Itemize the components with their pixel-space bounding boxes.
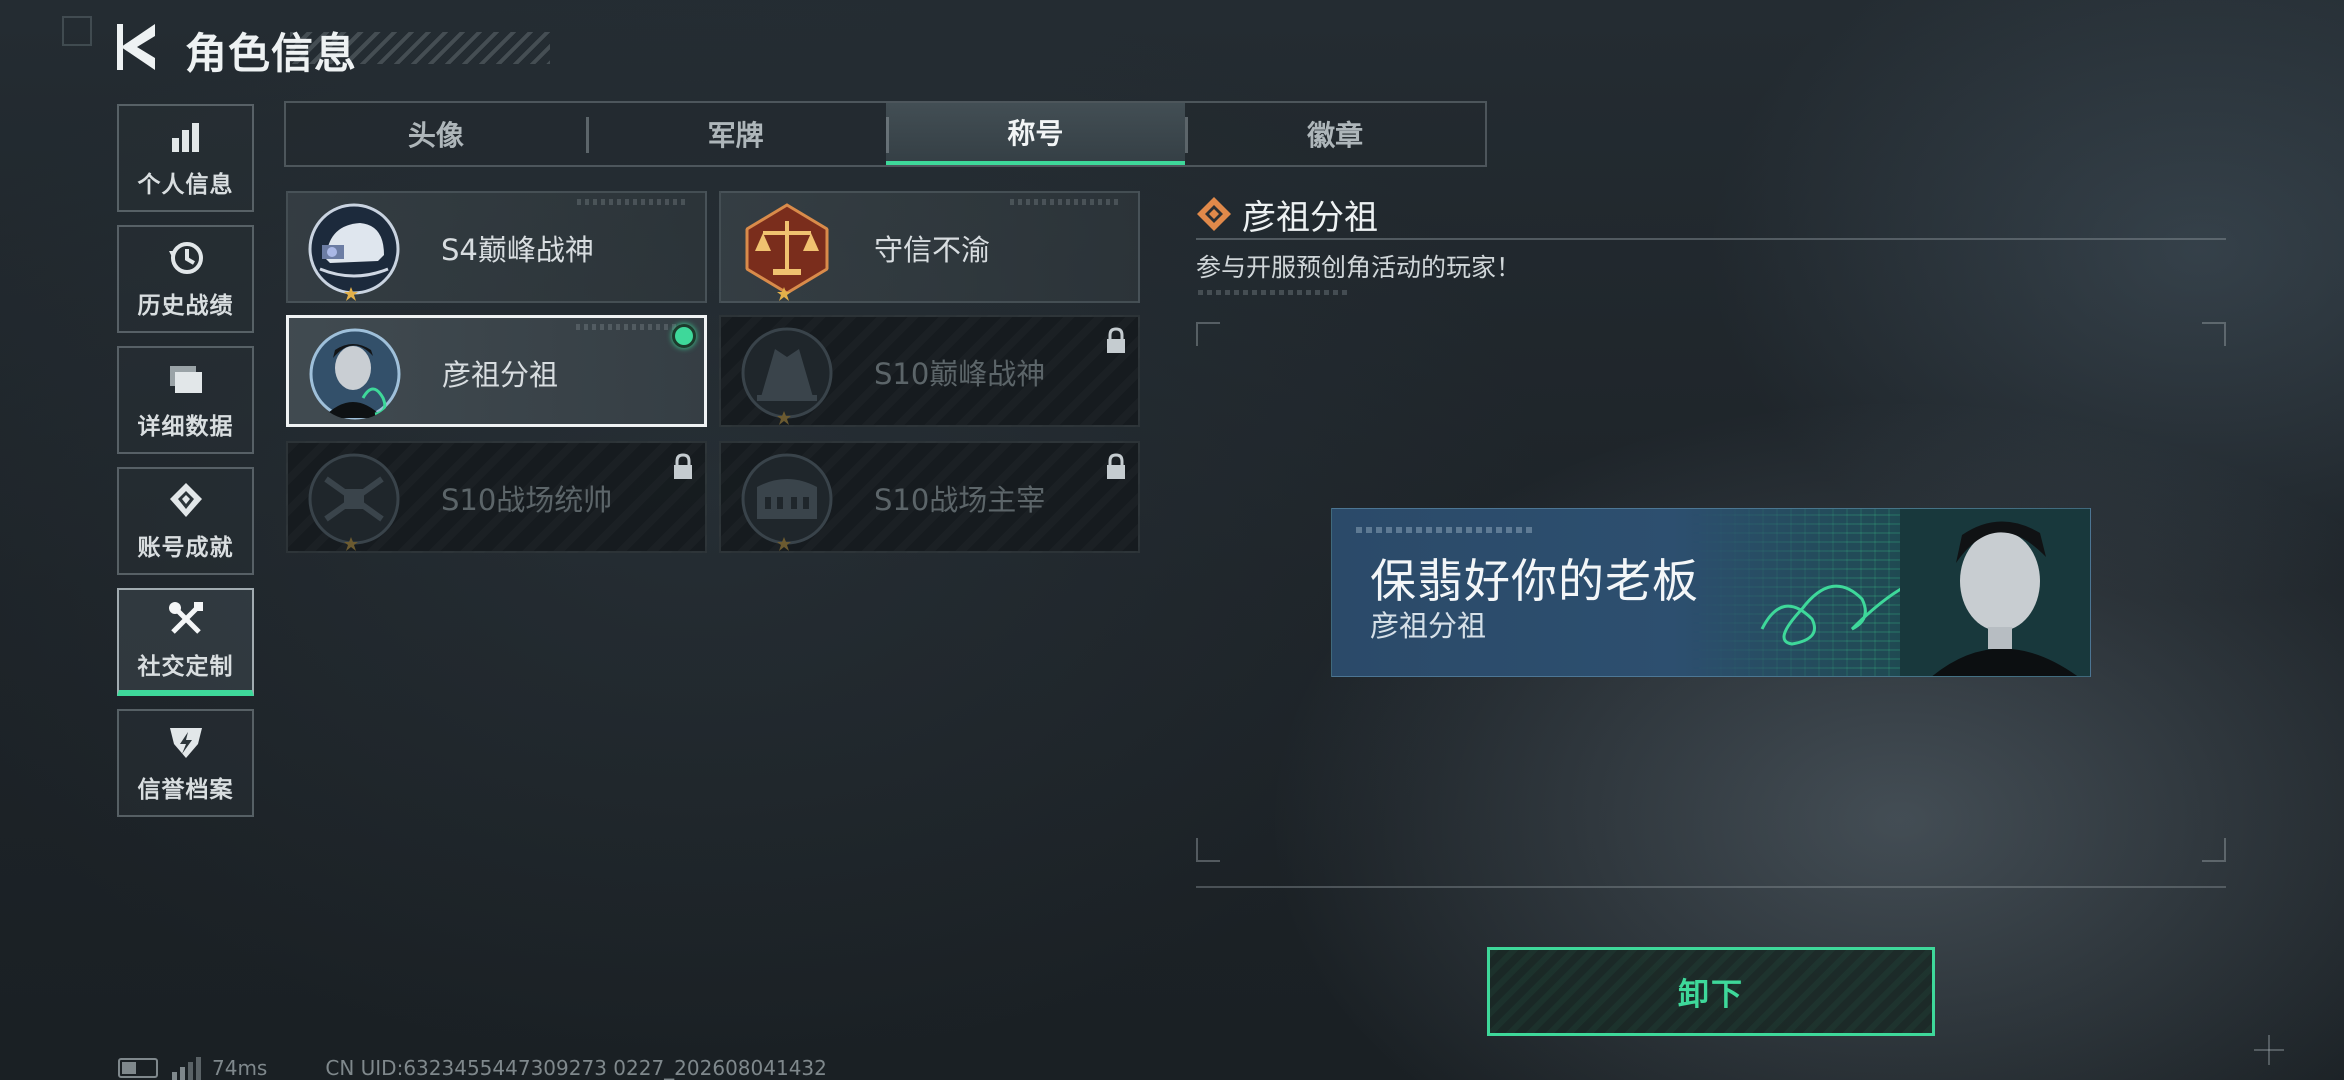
title-label: S4巅峰战神 bbox=[441, 233, 594, 267]
detail-microtext bbox=[1198, 290, 1348, 295]
uid-text: CN UID:6323455447309273 0227_20260804143… bbox=[325, 1055, 827, 1080]
title-label: S10巅峰战神 bbox=[874, 357, 1046, 391]
tab-avatar[interactable]: 头像 bbox=[286, 103, 586, 165]
title-banner-preview: 保翡好你的老板 彦祖分祖 bbox=[1331, 508, 2091, 677]
star-icon bbox=[344, 537, 358, 551]
sidebar-item-social-custom[interactable]: 社交定制 bbox=[117, 588, 254, 696]
frame-corner bbox=[1196, 322, 1220, 346]
sidebar-item-credit[interactable]: 信誉档案 bbox=[117, 709, 254, 817]
equipped-indicator bbox=[672, 324, 696, 348]
crosshair-icon bbox=[2254, 1035, 2284, 1065]
title-card-selected[interactable]: 彦祖分祖 bbox=[286, 315, 707, 427]
sidebar-item-label: 个人信息 bbox=[137, 172, 234, 198]
title-label: 守信不渝 bbox=[874, 233, 991, 267]
unequip-button[interactable]: 卸下 bbox=[1487, 947, 1935, 1036]
title-label: 彦祖分祖 bbox=[442, 358, 559, 392]
frame-corner bbox=[1196, 838, 1220, 862]
star-icon bbox=[777, 287, 791, 301]
banner-microtext bbox=[1356, 527, 1536, 533]
corner-decoration bbox=[62, 16, 92, 46]
scales-emblem-icon bbox=[745, 203, 829, 295]
star-icon bbox=[777, 537, 791, 551]
divider bbox=[1196, 238, 2226, 240]
tab-dog-tag[interactable]: 军牌 bbox=[585, 103, 886, 165]
sidebar-item-label: 账号成就 bbox=[137, 535, 234, 561]
sidebar-item-label: 详细数据 bbox=[137, 414, 234, 440]
back-arrow-icon bbox=[117, 24, 155, 70]
ping-value: 74ms bbox=[212, 1055, 268, 1080]
history-icon bbox=[166, 238, 206, 278]
title-card[interactable]: 守信不渝 bbox=[719, 191, 1140, 303]
medal-icon bbox=[166, 480, 206, 520]
signal-icon bbox=[172, 1056, 201, 1080]
bar-chart-icon bbox=[166, 117, 206, 157]
sidebar-item-detail-data[interactable]: 详细数据 bbox=[117, 346, 254, 454]
title-card-locked[interactable]: S10战场统帅 bbox=[286, 441, 707, 553]
sidebar-item-label: 信誉档案 bbox=[137, 777, 234, 803]
helmet-emblem-icon bbox=[308, 203, 400, 295]
sidebar-item-personal-info[interactable]: 个人信息 bbox=[117, 104, 254, 212]
drone-emblem-icon bbox=[308, 453, 400, 545]
star-icon bbox=[777, 411, 791, 425]
title-card-locked[interactable]: S10战场主宰 bbox=[719, 441, 1140, 553]
tower-emblem-icon bbox=[741, 327, 833, 419]
divider bbox=[1196, 886, 2226, 888]
shield-icon bbox=[166, 722, 206, 762]
sidebar-item-achievements[interactable]: 账号成就 bbox=[117, 467, 254, 575]
banner-sub-text: 彦祖分祖 bbox=[1370, 609, 1487, 643]
colosseum-emblem-icon bbox=[741, 453, 833, 545]
frame-corner bbox=[2202, 838, 2226, 862]
star-icon bbox=[344, 287, 358, 301]
battery-icon bbox=[118, 1057, 158, 1078]
lock-icon bbox=[674, 453, 692, 479]
folder-icon bbox=[166, 359, 206, 399]
sidebar-item-label: 历史战绩 bbox=[137, 293, 234, 319]
tab-bar: 头像 军牌 称号 徽章 bbox=[284, 101, 1487, 167]
frame-corner bbox=[2202, 322, 2226, 346]
title-card[interactable]: S4巅峰战神 bbox=[286, 191, 707, 303]
detail-description: 参与开服预创角活动的玩家！ bbox=[1196, 253, 1522, 282]
tab-title[interactable]: 称号 bbox=[885, 103, 1186, 165]
sidebar-item-history[interactable]: 历史战绩 bbox=[117, 225, 254, 333]
banner-main-text: 保翡好你的老板 bbox=[1370, 554, 1699, 608]
card-microtext bbox=[576, 324, 686, 330]
page-title: 角色信息 bbox=[185, 29, 358, 78]
portrait-emblem-icon bbox=[309, 328, 401, 420]
title-card-locked[interactable]: S10巅峰战神 bbox=[719, 315, 1140, 427]
back-button[interactable] bbox=[115, 22, 163, 72]
tools-icon bbox=[166, 599, 206, 639]
status-bar: 74ms CN UID:6323455447309273 0227_202608… bbox=[118, 1055, 827, 1080]
lock-icon bbox=[1107, 453, 1125, 479]
unequip-button-label: 卸下 bbox=[1678, 977, 1744, 1013]
title-label: S10战场统帅 bbox=[441, 483, 613, 517]
sidebar-item-label: 社交定制 bbox=[137, 654, 234, 680]
detail-title: 彦祖分祖 bbox=[1242, 198, 1378, 238]
card-microtext bbox=[1010, 199, 1120, 205]
tab-badge[interactable]: 徽章 bbox=[1185, 103, 1485, 165]
portrait-image bbox=[1900, 509, 2090, 676]
title-label: S10战场主宰 bbox=[874, 483, 1046, 517]
lock-icon bbox=[1107, 327, 1125, 353]
card-microtext bbox=[577, 199, 687, 205]
diamond-icon bbox=[1197, 197, 1231, 231]
